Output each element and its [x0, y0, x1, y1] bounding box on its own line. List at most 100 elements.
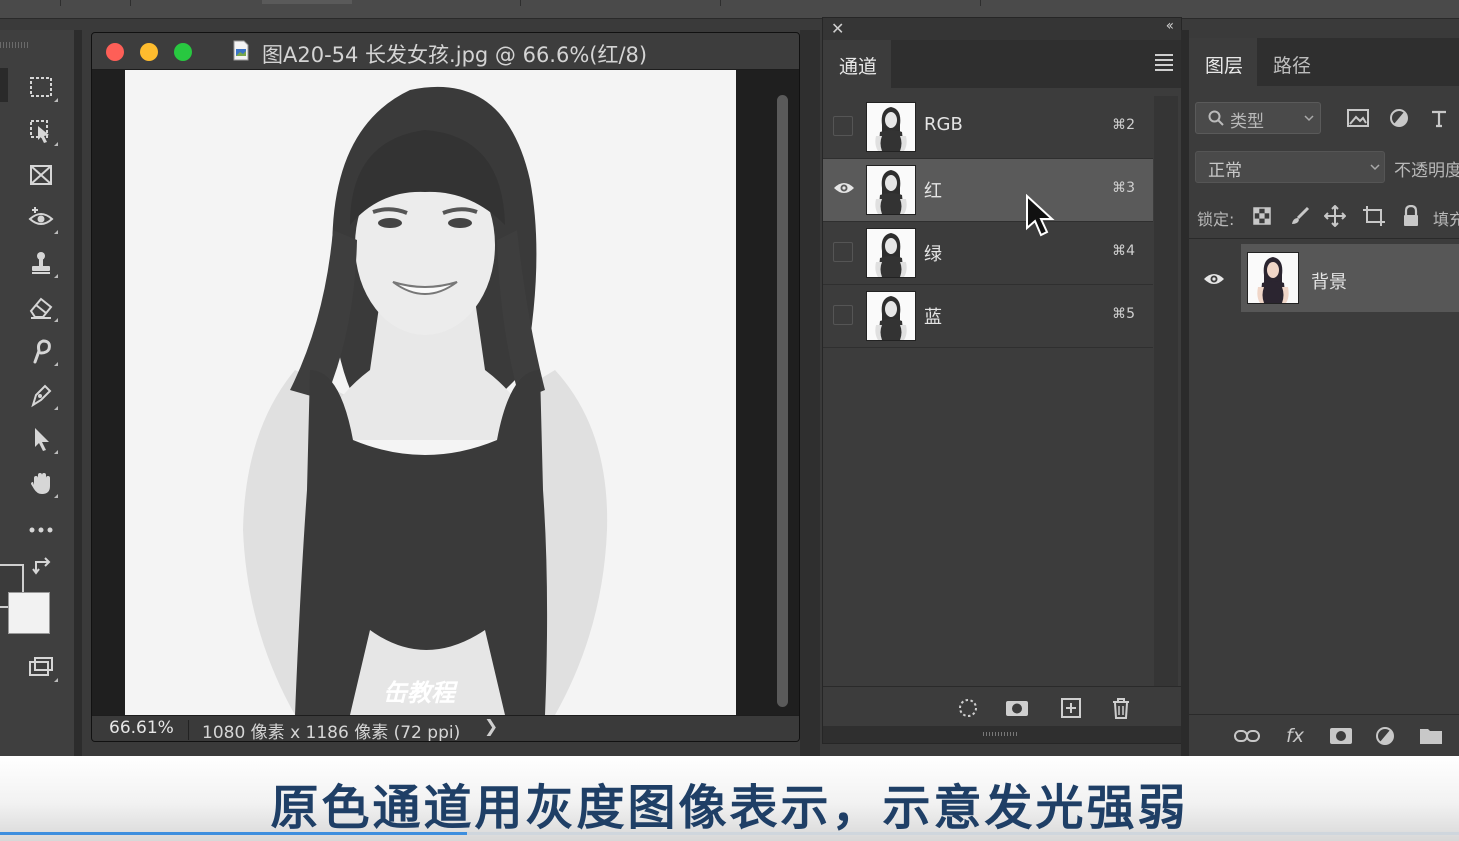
frame-tool-icon[interactable] — [24, 158, 58, 192]
toolbox-edge — [0, 68, 8, 102]
layer-name: 背景 — [1311, 272, 1347, 293]
options-bar-divider — [720, 0, 721, 6]
channel-list-scrollbar[interactable] — [1154, 96, 1178, 686]
document-status-bar: 66.61% 1080 像素 x 1186 像素 (72 ppi) ❯ — [92, 715, 799, 742]
smudge-tool-icon[interactable] — [24, 334, 58, 368]
close-panel-icon[interactable]: ✕ — [831, 19, 844, 38]
path-selection-tool-icon[interactable] — [24, 422, 58, 456]
swap-colors-icon[interactable] — [32, 556, 54, 578]
grayscale-portrait-image — [125, 70, 736, 715]
channel-row[interactable]: 红 ⌘3 — [823, 159, 1153, 222]
object-selection-tool-icon[interactable] — [24, 114, 58, 148]
divider — [1189, 238, 1459, 239]
watermark-text: 缶教程 — [383, 679, 455, 707]
load-channel-as-selection-icon[interactable] — [955, 695, 981, 721]
caption-bar: 原色通道用灰度图像表示，示意发光强弱 — [0, 756, 1459, 841]
marquee-tool-icon[interactable] — [24, 70, 58, 104]
channel-thumbnail — [866, 291, 916, 341]
channels-panel: ✕ ‹‹ 通道 RGB ⌘2 红 ⌘3 绿 ⌘4 蓝 ⌘5 — [822, 17, 1182, 744]
tab-layers[interactable]: 图层 — [1189, 38, 1257, 86]
scrollbar-thumb[interactable] — [777, 95, 788, 707]
toolbox-grip[interactable] — [0, 42, 28, 48]
lock-artboard-icon[interactable] — [1362, 204, 1386, 228]
adjustment-filter-icon[interactable] — [1387, 107, 1411, 129]
layers-tab-bar: 图层 路径 — [1189, 38, 1459, 86]
new-adjustment-layer-icon[interactable] — [1371, 723, 1399, 749]
tab-channels[interactable]: 通道 — [823, 40, 891, 88]
zoom-window-button[interactable] — [174, 43, 192, 61]
link-layers-icon[interactable] — [1233, 723, 1261, 749]
image-filter-icon[interactable] — [1346, 107, 1370, 129]
layer-visibility-eye-icon[interactable] — [1203, 272, 1225, 286]
channel-row[interactable]: RGB ⌘2 — [823, 96, 1153, 159]
trash-icon[interactable] — [1108, 695, 1134, 721]
pen-tool-icon[interactable] — [24, 378, 58, 412]
toolbox — [0, 30, 74, 756]
zoom-level[interactable]: 66.61% — [109, 718, 174, 738]
channel-shortcut: ⌘3 — [1112, 180, 1135, 196]
document-dimensions: 1080 像素 x 1186 像素 (72 ppi) — [202, 723, 461, 742]
channel-visibility-toggle[interactable] — [833, 305, 853, 325]
blend-mode-select[interactable]: 正常 — [1195, 151, 1385, 183]
chevron-down-icon — [1304, 115, 1314, 122]
options-bar-divider — [980, 0, 981, 6]
layer-thumbnail — [1247, 252, 1299, 304]
add-layer-mask-icon[interactable] — [1327, 723, 1355, 749]
document-titlebar[interactable]: 图A20-54 长发女孩.jpg @ 66.6%(红/8) — [92, 33, 799, 70]
canvas-area[interactable]: 缶教程 — [92, 70, 799, 715]
video-progress-fill — [0, 832, 467, 835]
panel-menu-icon[interactable] — [1155, 54, 1173, 74]
options-bar — [0, 0, 1459, 19]
mouse-cursor-icon — [1026, 194, 1055, 237]
options-bar-divider — [130, 0, 131, 6]
options-bar-divider — [60, 0, 61, 6]
background-color-swatch[interactable] — [8, 592, 50, 634]
document-vertical-scrollbar[interactable] — [772, 91, 794, 711]
channel-visibility-eye-icon[interactable] — [833, 181, 855, 195]
document-title: 图A20-54 长发女孩.jpg @ 66.6%(红/8) — [262, 43, 648, 67]
clone-stamp-tool-icon[interactable] — [24, 246, 58, 280]
channel-shortcut: ⌘4 — [1112, 243, 1135, 259]
caption-text: 原色通道用灰度图像表示，示意发光强弱 — [270, 780, 1189, 836]
panel-gutter — [74, 30, 82, 756]
channel-shortcut: ⌘2 — [1112, 117, 1135, 133]
more-tools-icon[interactable] — [24, 512, 58, 546]
document-file-icon — [233, 40, 249, 61]
new-group-folder-icon[interactable] — [1417, 723, 1445, 749]
layer-filter-select[interactable]: 类型 — [1195, 102, 1321, 134]
tab-paths[interactable]: 路径 — [1273, 51, 1311, 78]
eraser-tool-icon[interactable] — [24, 290, 58, 324]
channel-row[interactable]: 绿 ⌘4 — [823, 222, 1153, 285]
layer-filter-label: 类型 — [1230, 112, 1264, 132]
spot-healing-brush-icon[interactable] — [24, 202, 58, 236]
channels-panel-footer — [823, 686, 1181, 727]
channel-list: RGB ⌘2 红 ⌘3 绿 ⌘4 蓝 ⌘5 — [823, 96, 1153, 348]
layer-row-background[interactable]: 背景 — [1189, 244, 1459, 312]
channel-visibility-toggle[interactable] — [833, 242, 853, 262]
type-filter-icon[interactable] — [1427, 107, 1451, 129]
hand-tool-icon[interactable] — [24, 466, 58, 500]
options-bar-field[interactable] — [262, 0, 352, 4]
lock-label: 锁定: — [1197, 210, 1235, 229]
fill-label: 填充 — [1433, 210, 1459, 229]
channel-row[interactable]: 蓝 ⌘5 — [823, 285, 1153, 348]
channels-tab-bar: 通道 — [823, 40, 1181, 88]
save-selection-as-channel-icon[interactable] — [1004, 695, 1030, 721]
channel-visibility-toggle[interactable] — [833, 116, 853, 136]
tab-layers-label: 图层 — [1205, 55, 1244, 77]
layer-effects-icon[interactable]: fx — [1281, 723, 1309, 749]
minimize-window-button[interactable] — [140, 43, 158, 61]
close-window-button[interactable] — [106, 43, 124, 61]
search-icon — [1208, 110, 1224, 126]
status-menu-arrow-icon[interactable]: ❯ — [484, 717, 498, 737]
lock-all-icon[interactable] — [1399, 204, 1423, 228]
screen-mode-icon[interactable] — [24, 650, 58, 684]
lock-image-pixels-icon[interactable] — [1288, 204, 1312, 228]
photo-canvas[interactable]: 缶教程 — [125, 70, 736, 715]
lock-transparent-pixels-icon[interactable] — [1250, 204, 1274, 228]
panel-resize-grip[interactable] — [823, 726, 1181, 743]
tab-channels-label: 通道 — [839, 56, 878, 78]
new-channel-icon[interactable] — [1058, 695, 1084, 721]
collapse-panels-icon[interactable]: ‹‹ — [1166, 18, 1174, 34]
lock-position-icon[interactable] — [1323, 204, 1347, 228]
